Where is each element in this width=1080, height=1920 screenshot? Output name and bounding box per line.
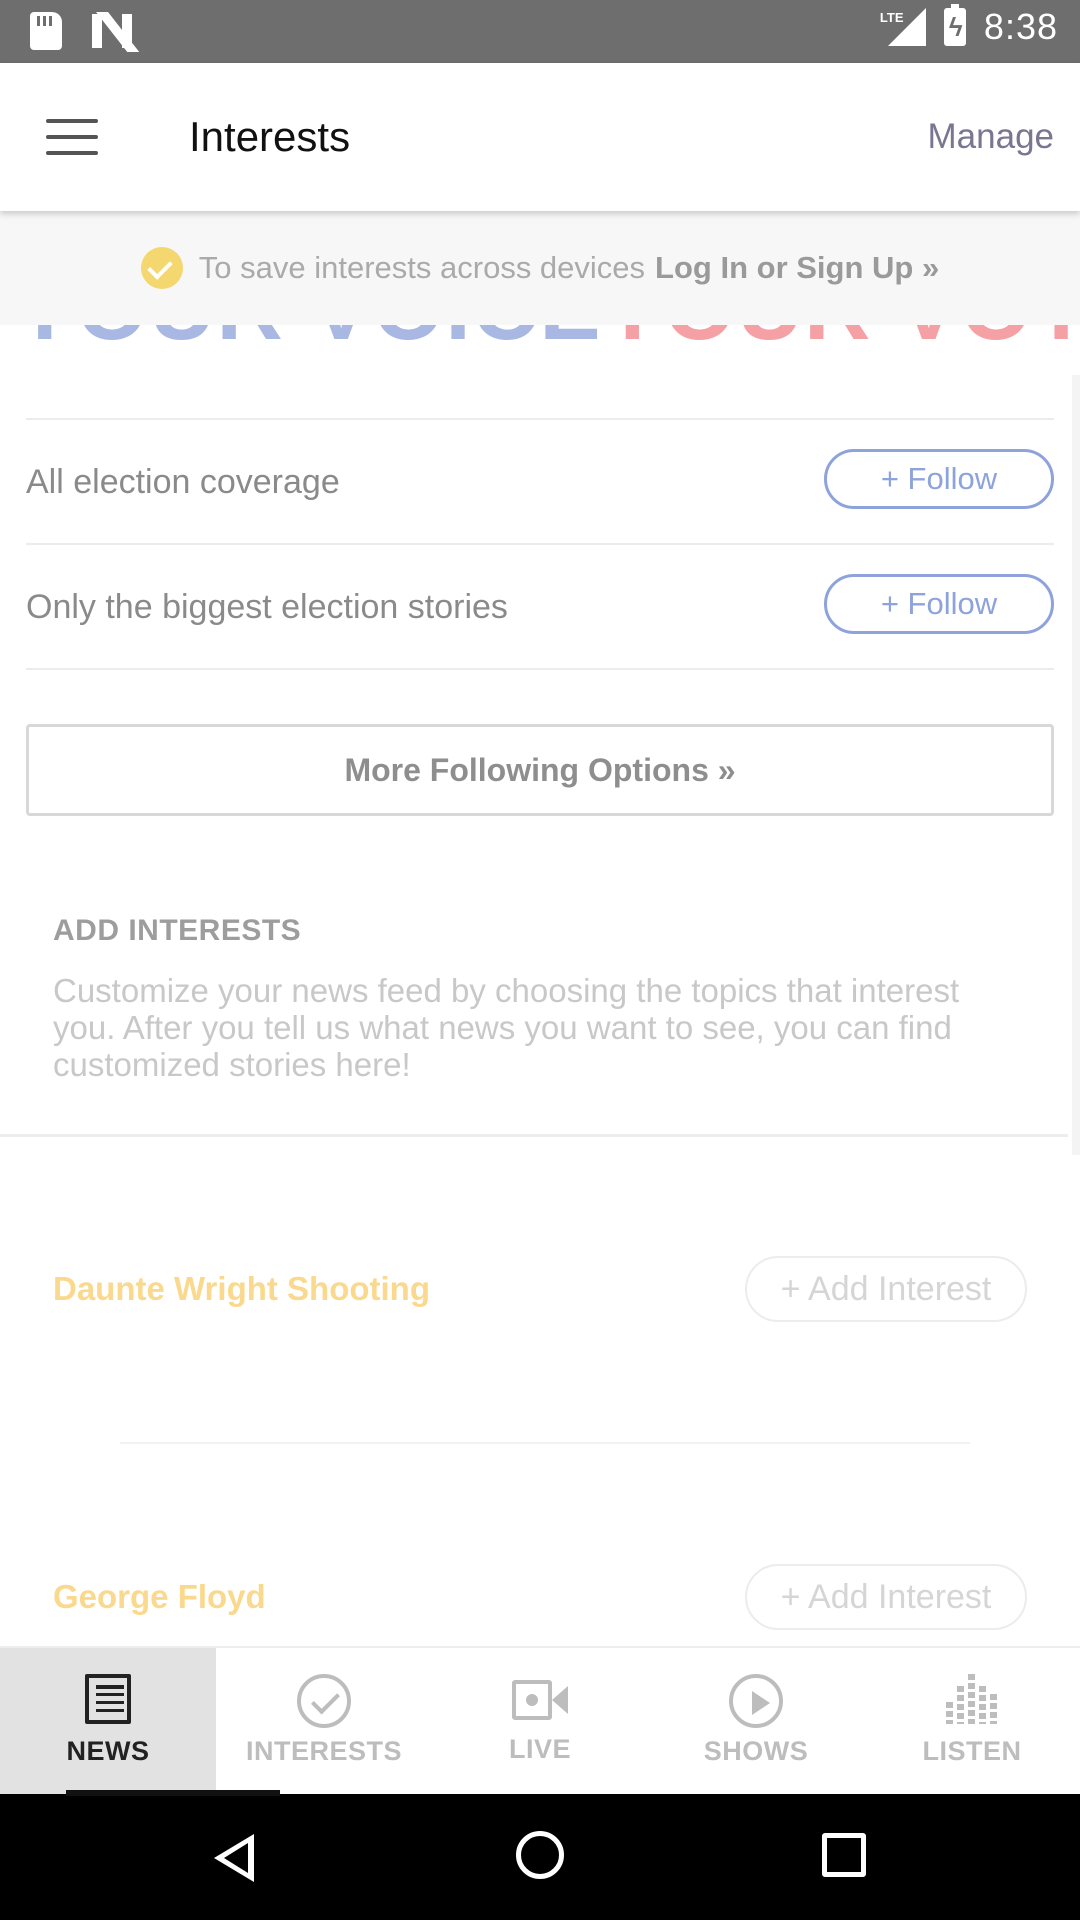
tab-label: LISTEN [922, 1736, 1022, 1766]
manage-button[interactable]: Manage [928, 117, 1054, 157]
checkmark-icon [140, 247, 183, 289]
active-tab-indicator [66, 1790, 280, 1796]
notification-n-icon [92, 12, 140, 52]
page-title: Interests [189, 113, 351, 160]
interest-row-daunte-wright: Daunte Wright Shooting + Add Interest [53, 1256, 1027, 1326]
add-interest-button[interactable]: + Add Interest [745, 1564, 1027, 1630]
more-following-options-button[interactable]: More Following Options » [26, 724, 1054, 816]
interest-row-george-floyd: George Floyd + Add Interest [53, 1564, 1027, 1634]
tab-listen[interactable]: LISTEN [864, 1648, 1080, 1794]
add-interests-heading: ADD INTERESTS [53, 914, 302, 947]
divider [120, 1442, 970, 1444]
follow-row-label: Only the biggest election stories [26, 588, 508, 626]
app-bar: Interests Manage [0, 63, 1080, 211]
tab-label: INTERESTS [245, 1736, 403, 1766]
tab-news[interactable]: NEWS [0, 1648, 216, 1794]
newspaper-icon [85, 1674, 131, 1724]
add-interest-button[interactable]: + Add Interest [745, 1256, 1027, 1322]
follow-row-label: All election coverage [26, 463, 340, 501]
scrollbar[interactable] [1072, 375, 1080, 1155]
section-divider [0, 1134, 1068, 1137]
login-signup-link[interactable]: Log In or Sign Up » [655, 250, 939, 286]
follow-button[interactable]: + Follow [824, 449, 1054, 509]
tab-label: LIVE [508, 1734, 571, 1764]
check-circle-icon [297, 1674, 351, 1728]
menu-icon[interactable] [46, 119, 98, 155]
follow-row-all-coverage: All election coverage + Follow [26, 419, 1054, 543]
tab-live[interactable]: LIVE [432, 1648, 648, 1794]
interest-name[interactable]: Daunte Wright Shooting [53, 1270, 430, 1308]
tab-label: SHOWS [703, 1736, 809, 1766]
play-circle-icon [729, 1674, 783, 1728]
divider [26, 668, 1054, 670]
follow-button[interactable]: + Follow [824, 574, 1054, 634]
system-nav-bar [0, 1794, 1080, 1920]
interest-name[interactable]: George Floyd [53, 1578, 266, 1616]
login-banner-text: To save interests across devices [198, 250, 646, 285]
add-interests-description: Customize your news feed by choosing the… [53, 972, 960, 1083]
tab-shows[interactable]: SHOWS [648, 1648, 864, 1794]
equalizer-icon [946, 1674, 998, 1724]
tab-label: NEWS [66, 1736, 150, 1766]
clock: 8:38 [983, 6, 1058, 47]
battery-charging-icon: ϟ [943, 4, 966, 46]
status-bar: LTE ϟ 8:38 [0, 0, 1080, 63]
lte-signal-icon: LTE [880, 6, 926, 48]
video-camera-icon [512, 1678, 568, 1722]
sd-card-icon [30, 12, 62, 50]
recent-apps-icon[interactable] [822, 1833, 866, 1877]
back-icon[interactable] [214, 1834, 254, 1882]
tab-interests[interactable]: INTERESTS [216, 1648, 432, 1794]
bottom-nav: NEWS INTERESTS LIVE SHOWS LISTEN [0, 1646, 1080, 1796]
home-icon[interactable] [516, 1831, 564, 1879]
login-banner[interactable]: To save interests across devices Log In … [0, 211, 1080, 325]
follow-row-biggest-stories: Only the biggest election stories + Foll… [26, 544, 1054, 668]
